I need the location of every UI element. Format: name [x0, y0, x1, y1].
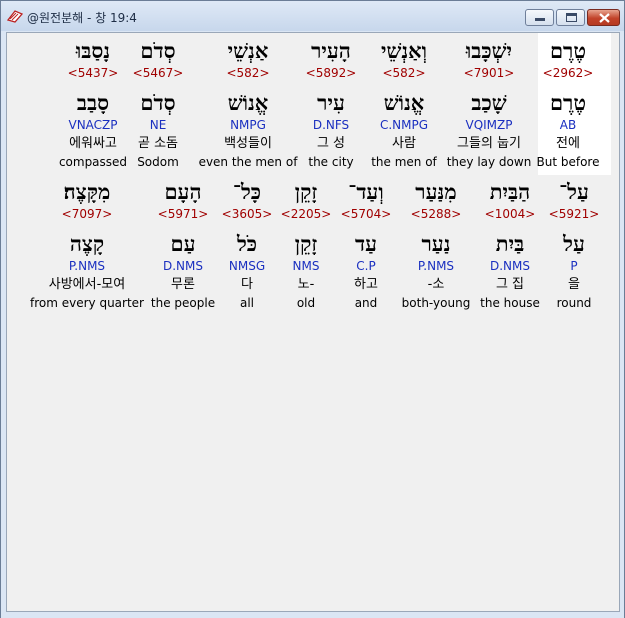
hebrew-word[interactable]: מִקָּצֶה׃ [17, 178, 157, 206]
strong-number[interactable]: <5437> [23, 65, 163, 81]
morph-code[interactable]: VNACZP [23, 117, 163, 133]
maximize-icon [566, 13, 577, 22]
korean-gloss[interactable]: 에워싸고 [23, 135, 163, 153]
title-bar[interactable]: @원전분해 - 창 19:4 [1, 1, 624, 31]
close-icon [599, 13, 610, 23]
english-gloss[interactable]: compassed [23, 154, 163, 170]
maximize-button[interactable] [556, 9, 585, 26]
hebrew-word[interactable]: נָסַבּוּ [23, 37, 163, 65]
lemma-word[interactable]: קָצֶה [17, 230, 157, 258]
window-title: @원전분해 - 창 19:4 [27, 11, 137, 25]
minimize-icon [535, 18, 545, 21]
scroll-book-icon [6, 10, 24, 23]
strong-number[interactable]: <7097> [17, 206, 157, 222]
app-window: @원전분해 - 창 19:4 טֶרֶם <2962> טֶרֶם AB 전에 But b… [0, 0, 625, 618]
english-gloss[interactable]: from every quarter [17, 295, 157, 311]
lemma-word[interactable]: סָבַב [23, 89, 163, 117]
close-button[interactable] [587, 9, 620, 26]
window-bottom-border [1, 612, 624, 618]
analysis-panel[interactable]: טֶרֶם <2962> טֶרֶם AB 전에 But before יִשְׁכָּבו… [6, 32, 620, 612]
morph-code[interactable]: P.NMS [17, 258, 157, 274]
korean-gloss[interactable]: 사방에서-모여 [17, 276, 157, 294]
minimize-button[interactable] [525, 9, 554, 26]
